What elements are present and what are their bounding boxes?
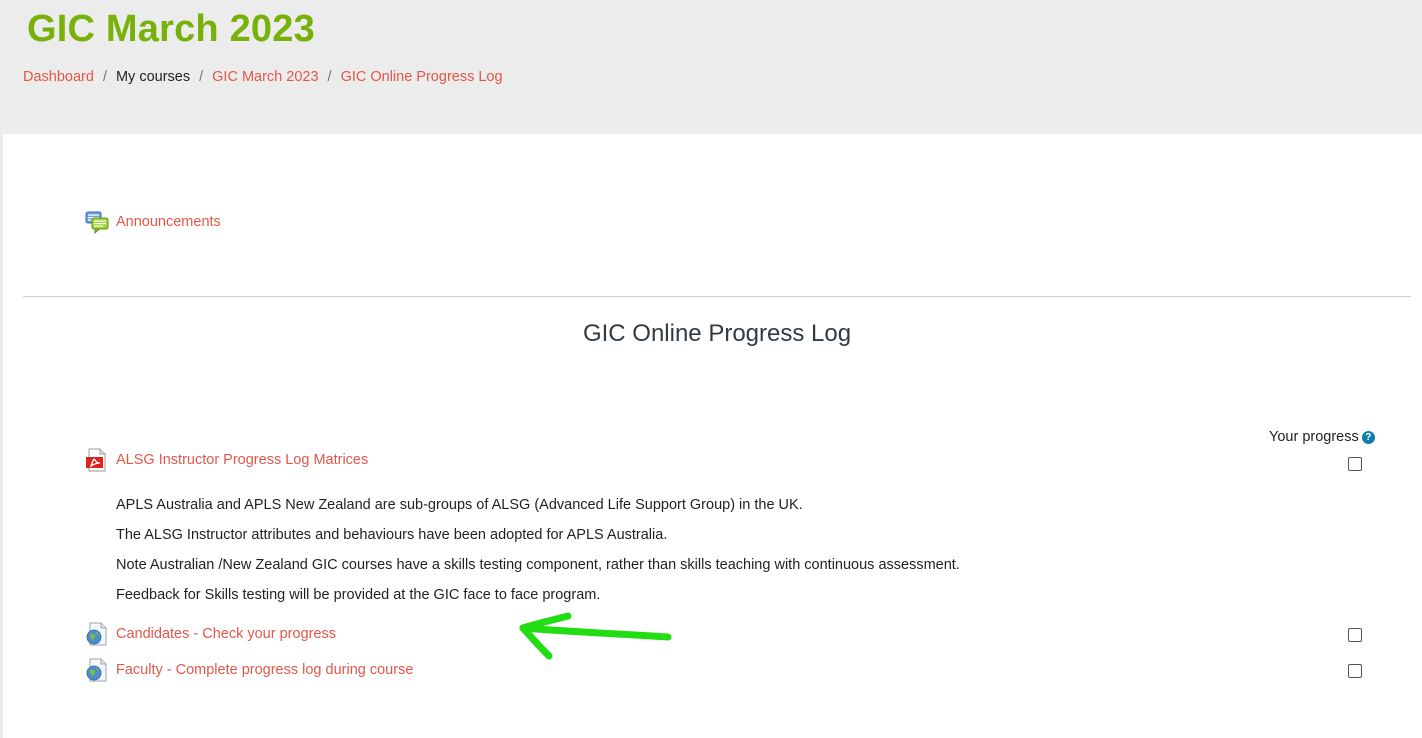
- activity-candidates-progress[interactable]: Candidates - Check your progress: [85, 622, 336, 646]
- course-content: Announcements GIC Online Progress Log Yo…: [3, 134, 1422, 738]
- breadcrumb: Dashboard / My courses / GIC March 2023 …: [23, 69, 503, 85]
- forum-icon: [85, 211, 109, 234]
- breadcrumb-course[interactable]: GIC March 2023: [212, 69, 318, 85]
- activity-alsg-matrices[interactable]: ALSG Instructor Progress Log Matrices: [85, 448, 368, 472]
- alsg-matrices-link[interactable]: ALSG Instructor Progress Log Matrices: [116, 452, 368, 468]
- pdf-file-icon: [86, 448, 106, 472]
- candidates-progress-link[interactable]: Candidates - Check your progress: [116, 626, 336, 642]
- breadcrumb-dashboard[interactable]: Dashboard: [23, 69, 94, 85]
- faculty-progress-log-link[interactable]: Faculty - Complete progress log during c…: [116, 662, 413, 678]
- annotation-arrow-icon: [519, 612, 672, 660]
- description-line: The ALSG Instructor attributes and behav…: [116, 527, 668, 543]
- completion-checkbox[interactable]: [1348, 457, 1362, 471]
- your-progress-label: Your progress: [1269, 429, 1359, 445]
- announcements-link[interactable]: Announcements: [116, 214, 221, 230]
- your-progress-header: Your progress ?: [1269, 429, 1375, 445]
- breadcrumb-separator: /: [102, 69, 107, 85]
- course-title: GIC March 2023: [27, 8, 315, 50]
- page-header: GIC March 2023 Dashboard / My courses / …: [0, 0, 1422, 134]
- activity-faculty-progress-log[interactable]: Faculty - Complete progress log during c…: [85, 658, 413, 682]
- breadcrumb-separator: /: [327, 69, 332, 85]
- breadcrumb-my-courses: My courses: [115, 69, 191, 85]
- completion-checkbox[interactable]: [1348, 628, 1362, 642]
- section-title: GIC Online Progress Log: [582, 320, 852, 347]
- breadcrumb-separator: /: [199, 69, 204, 85]
- section-divider: [23, 296, 1411, 297]
- description-line: APLS Australia and APLS New Zealand are …: [116, 497, 803, 513]
- activity-announcements[interactable]: Announcements: [85, 210, 221, 234]
- url-globe-icon: [86, 658, 107, 682]
- breadcrumb-progress-log[interactable]: GIC Online Progress Log: [341, 69, 503, 85]
- description-line: Note Australian /New Zealand GIC courses…: [116, 557, 960, 573]
- help-icon[interactable]: ?: [1361, 430, 1375, 444]
- completion-checkbox[interactable]: [1348, 664, 1362, 678]
- description-line: Feedback for Skills testing will be prov…: [116, 587, 601, 603]
- url-globe-icon: [86, 622, 107, 646]
